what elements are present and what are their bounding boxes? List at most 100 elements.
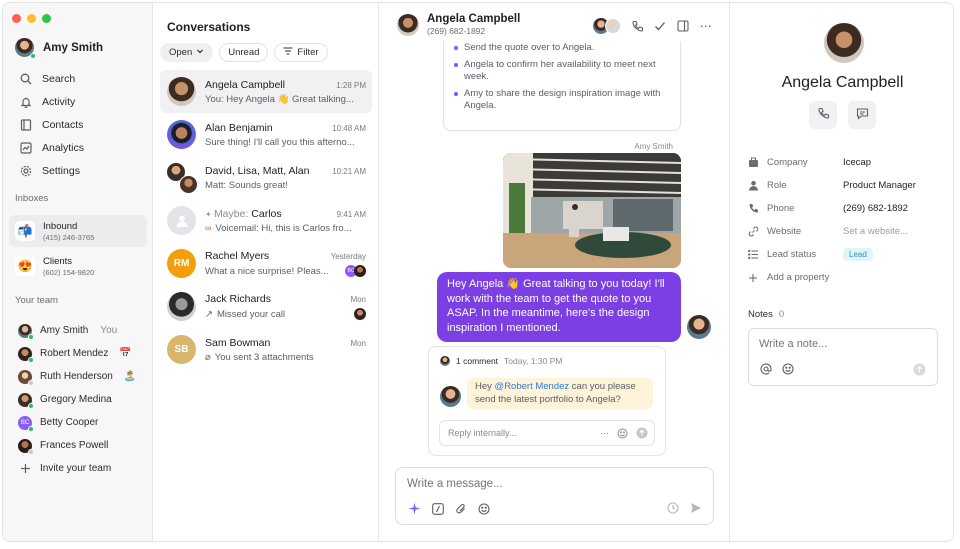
outgoing-message-bubble[interactable]: Hey Angela 👋 Great talking to you today!… [437,272,681,342]
timestamp: 10:48 AM [332,123,366,133]
timestamp: Yesterday [330,252,366,261]
conversation-item[interactable]: David, Lisa, Matt, Alan 10:21 AM Matt: So… [160,156,372,199]
message-preview: Missed your call [216,308,286,320]
contact-name[interactable]: Angela Campbell [427,13,520,25]
group-avatar [167,163,198,194]
emoji-icon[interactable] [617,428,628,439]
nav-item-search[interactable]: Search [11,67,147,90]
property-website[interactable]: Website Set a website... [747,220,947,243]
team-member[interactable]: Robert Mendez 📅 [11,342,147,365]
property-company[interactable]: Company Icecap [747,151,947,174]
conversation-item[interactable]: Angela Campbell 1:28 PM You: Hey Angela 👋… [160,70,372,113]
ai-sparkle-icon[interactable] [408,502,421,515]
property-label: Phone [767,203,795,214]
property-phone[interactable]: Phone (269) 682-1892 [747,197,947,220]
send-arrow-icon[interactable] [636,427,648,439]
minimize-window-button[interactable] [27,14,36,23]
reply-internally-input[interactable]: Reply internally... ⋯ [439,420,655,446]
comment-text: Hey [475,381,495,392]
team-member[interactable]: Amy Smith You [11,319,147,342]
timestamp: 10:21 AM [332,166,366,176]
filter-button[interactable]: Filter [274,43,328,62]
avatar [167,77,196,106]
unread-label: Unread [228,47,260,58]
team-member[interactable]: Frances Powell [11,434,147,457]
property-label: Role [767,180,787,191]
zoom-window-button[interactable] [42,14,51,23]
mention-at-icon[interactable] [760,363,772,378]
inbox-phone: (415) 246-3765 [43,232,95,242]
property-role[interactable]: Role Product Manager [747,174,947,197]
avatar [18,438,34,455]
checkmark-icon[interactable] [653,19,667,33]
schedule-clock-icon[interactable] [667,502,679,517]
invite-team-button[interactable]: Invite your team [11,457,147,480]
emoji-icon[interactable] [477,502,490,515]
contact-name: Jack Richards [205,293,271,305]
contacts-book-icon [19,118,32,131]
conversation-list: Angela Campbell 1:28 PM You: Hey Angela 👋… [160,70,372,371]
note-input[interactable] [759,338,919,350]
comment-header: 1 comment Today, 1:30 PM [440,356,562,366]
status-badge: Lead [843,248,873,261]
conversation-item[interactable]: ✦ Maybe: Carlos 9:41 AM ∞ Voicemail: Hi, t… [160,199,372,242]
add-property-button[interactable]: Add a property [747,266,947,289]
conversation-item[interactable]: Jack Richards Mon ↗ Missed your call [160,285,372,328]
message-button[interactable] [848,101,876,129]
avatar [440,356,450,366]
nav-item-activity[interactable]: Activity [11,90,147,113]
message-preview: Sure thing! I'll call you this afterno..… [205,136,355,148]
sidebar-toggle-icon[interactable] [676,19,690,33]
more-options-icon[interactable]: ⋯ [600,428,609,439]
design-inspiration-image[interactable] [503,153,681,268]
unread-filter-button[interactable]: Unread [219,43,269,62]
team-list: Amy Smith You Robert Mendez 📅 Ruth Henders… [11,319,147,480]
phone-icon [747,203,759,215]
send-arrow-icon[interactable] [913,363,926,379]
team-member[interactable]: BC Betty Cooper [11,411,147,434]
phone-call-icon [817,107,830,123]
contact-name: Sam Bowman [205,336,271,349]
conversation-item[interactable]: Alan Benjamin 10:48 AM Sure thing! I'll c… [160,113,372,156]
nav-item-contacts[interactable]: Contacts [11,113,147,136]
contact-name-text: Carlos [251,207,282,220]
more-options-icon[interactable]: ⋯ [699,19,713,33]
property-value: Icecap [843,157,871,168]
team-member[interactable]: Gregory Medina [11,388,147,411]
nav-label: Search [42,72,76,85]
phone-call-icon[interactable] [630,19,644,33]
avatar-initials: SB [174,344,189,355]
conversation-item[interactable]: SB Sam Bowman Mon ⌀ You sent 3 attachments [160,328,372,371]
participants-avatars[interactable] [593,18,621,34]
chat-scroll-clip: Send the quote over to Angela. Angela to… [379,41,730,137]
send-icon[interactable] [690,502,702,517]
nav-item-settings[interactable]: Settings [11,159,147,182]
call-button[interactable] [809,101,837,129]
message-preview: You: Hey Angela 👋 Great talking... [205,93,354,105]
current-user[interactable]: Amy Smith [15,38,103,59]
property-lead-status[interactable]: Lead status Lead [747,243,947,266]
avatar [179,175,198,194]
slash-command-icon[interactable] [431,502,444,515]
conversations-panel: Conversations Open Unread Filter Angela … [153,3,379,541]
nav-item-analytics[interactable]: Analytics [11,136,147,159]
summary-item: Amy to share the design inspiration imag… [454,88,670,112]
message-input[interactable] [407,478,687,490]
team-member-name: Robert Mendez [40,348,109,359]
status-filter-dropdown[interactable]: Open [160,43,214,62]
timestamp: 9:41 AM [336,209,366,219]
team-member[interactable]: Ruth Henderson 🏝️ [11,365,147,388]
filter-label: Filter [297,47,319,58]
inbox-inbound[interactable]: 📬 Inbound (415) 246-3765 [9,215,147,247]
avatar [440,386,461,407]
paperclip-icon[interactable] [454,502,467,515]
timestamp: 1:28 PM [336,80,366,90]
conversation-item[interactable]: RM Rachel Myers Yesterday What a nice sur… [160,242,372,285]
emoji-icon[interactable] [782,363,794,378]
close-window-button[interactable] [12,14,21,23]
avatar [354,308,366,320]
inbox-clients[interactable]: 😍 Clients (602) 154-9820 [9,250,147,282]
add-property-label: Add a property [767,272,830,283]
inboxes-heading: Inboxes [15,193,49,204]
mention-link[interactable]: @Robert Mendez [495,381,570,392]
